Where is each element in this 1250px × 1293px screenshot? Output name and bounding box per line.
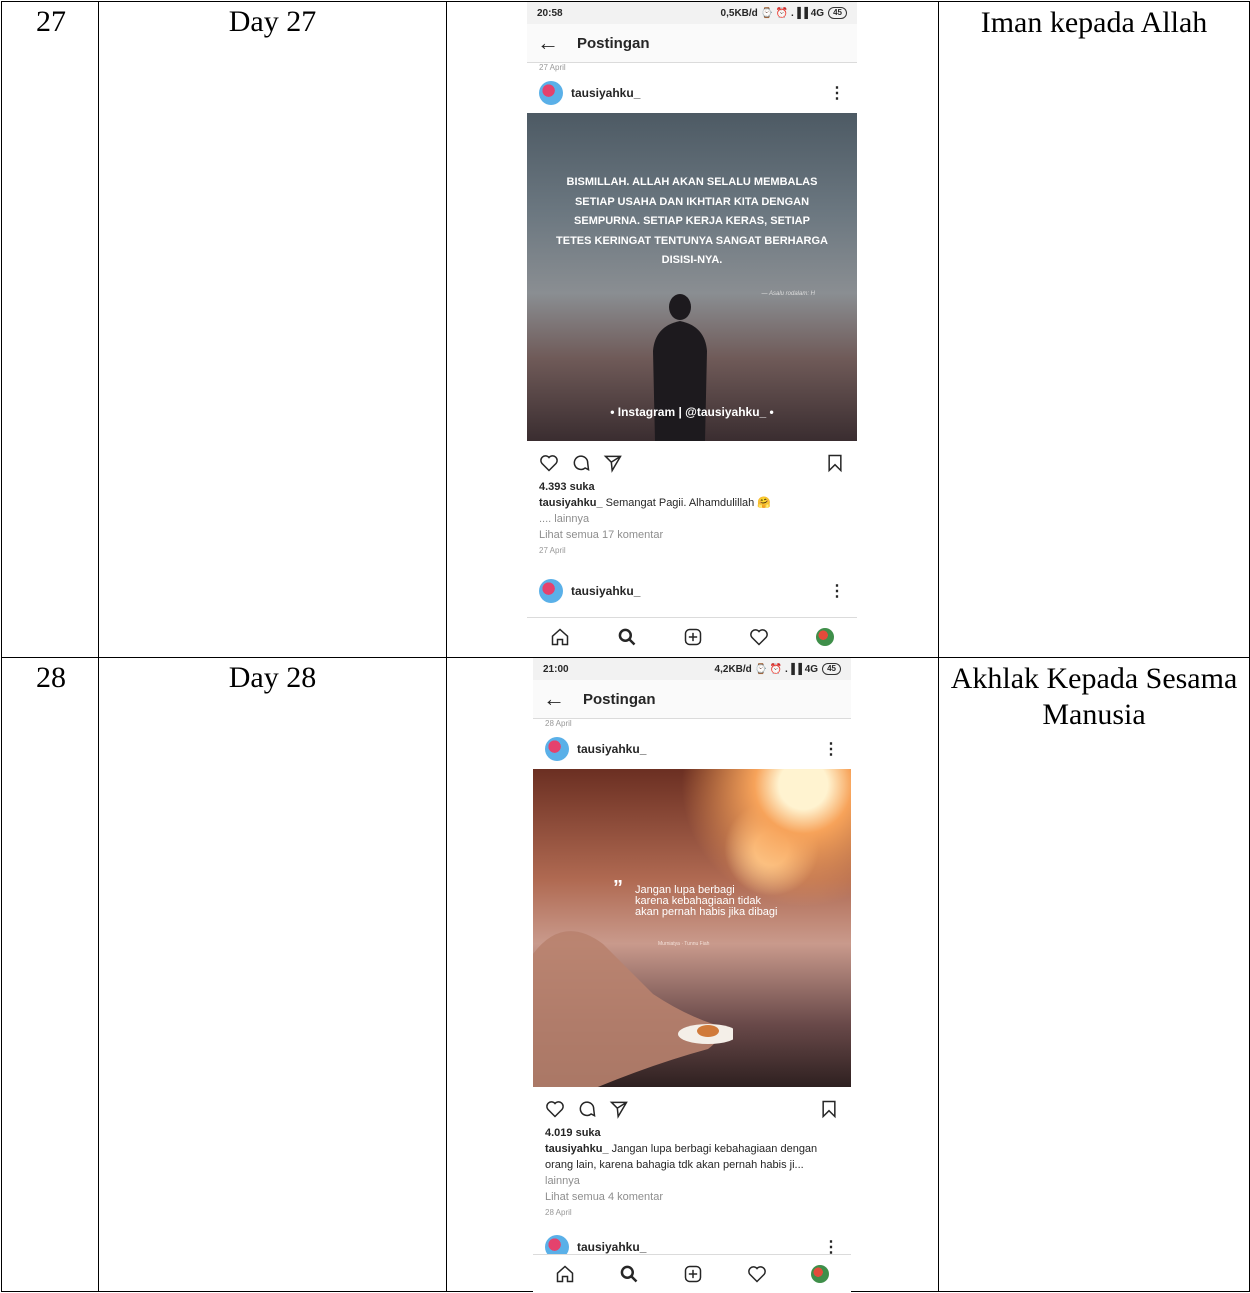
cell-topic: Iman kepada Allah xyxy=(938,1,1250,658)
username[interactable]: tausiyahku_ xyxy=(577,742,646,756)
status-indicators: 4,2KB/d ⌚ ⏰ .▐▐ 4G xyxy=(714,663,819,675)
like-count[interactable]: 4.019 suka xyxy=(545,1127,601,1139)
row-number: 27 xyxy=(36,5,66,38)
back-arrow-icon[interactable]: ← xyxy=(543,686,583,712)
status-bar: 20:58 0,5KB/d ⌚ ⏰ .▐▐ 4G 45 xyxy=(527,2,857,24)
more-link[interactable]: lainnya xyxy=(545,1175,580,1187)
more-options-icon[interactable]: ⋮ xyxy=(823,739,839,759)
status-time: 21:00 xyxy=(543,663,569,675)
topic-label: Iman kepada Allah xyxy=(980,6,1208,39)
next-post-header: tausiyahku_ ⋮ xyxy=(527,571,857,611)
bottom-nav xyxy=(533,1254,851,1293)
image-quote: ” Jangan lupa berbagi karena kebahagiaan… xyxy=(613,878,778,918)
view-comments-link[interactable]: Lihat semua 4 komentar xyxy=(545,1189,839,1205)
activity-heart-icon[interactable] xyxy=(747,1264,767,1284)
post-image: ” Jangan lupa berbagi karena kebahagiaan… xyxy=(533,769,851,1087)
like-heart-icon[interactable] xyxy=(539,453,559,473)
image-watermark: • Instagram | @tausiyahku_ • xyxy=(610,405,774,419)
bookmark-icon[interactable] xyxy=(825,453,845,473)
back-arrow-icon[interactable]: ← xyxy=(537,30,577,56)
day-label: Day 27 xyxy=(228,5,317,38)
more-link[interactable]: .... lainnya xyxy=(539,511,845,527)
post-header: tausiyahku_ ⋮ xyxy=(527,73,857,113)
page-title: Postingan xyxy=(583,690,656,708)
post-image: BISMILLAH. ALLAH AKAN SELALU MEMBALAS SE… xyxy=(527,113,857,441)
profile-avatar-icon[interactable] xyxy=(811,1265,829,1283)
cell-day: Day 27 xyxy=(98,1,447,658)
activity-heart-icon[interactable] xyxy=(749,627,769,647)
post-actions xyxy=(527,441,857,479)
share-icon[interactable] xyxy=(603,453,623,473)
battery-icon: 45 xyxy=(822,663,841,675)
instagram-screenshot-day-28: 21:00 4,2KB/d ⌚ ⏰ .▐▐ 4G 45 ← Postingan 2… xyxy=(533,658,851,1293)
caption-user[interactable]: tausiyahku_ xyxy=(539,497,603,509)
username[interactable]: tausiyahku_ xyxy=(571,86,640,100)
username[interactable]: tausiyahku_ xyxy=(577,1240,646,1254)
comment-icon[interactable] xyxy=(571,453,591,473)
post-date-top: 28 April xyxy=(545,719,572,728)
cell-number: 27 xyxy=(1,1,99,658)
share-icon[interactable] xyxy=(609,1099,629,1119)
avatar[interactable] xyxy=(545,737,569,761)
post-header: tausiyahku_ ⋮ xyxy=(533,729,851,769)
home-icon[interactable] xyxy=(555,1264,575,1284)
post-actions xyxy=(533,1087,851,1125)
search-icon[interactable] xyxy=(617,627,637,647)
avatar[interactable] xyxy=(539,81,563,105)
day-label: Day 28 xyxy=(228,661,317,694)
username[interactable]: tausiyahku_ xyxy=(571,584,640,598)
hand-with-flower-icon xyxy=(533,931,733,1087)
topic-label: Akhlak Kepada Sesama Manusia xyxy=(950,662,1238,731)
like-heart-icon[interactable] xyxy=(545,1099,565,1119)
like-count[interactable]: 4.393 suka xyxy=(539,481,595,493)
cell-number: 28 xyxy=(1,657,99,1292)
image-quote: BISMILLAH. ALLAH AKAN SELALU MEMBALAS SE… xyxy=(556,176,828,266)
bookmark-icon[interactable] xyxy=(819,1099,839,1119)
add-post-icon[interactable] xyxy=(683,627,703,647)
row-number: 28 xyxy=(36,661,66,694)
battery-icon: 45 xyxy=(828,7,847,19)
status-indicators: 0,5KB/d ⌚ ⏰ .▐▐ 4G xyxy=(720,7,825,19)
add-post-icon[interactable] xyxy=(683,1264,703,1284)
top-nav: ← Postingan xyxy=(533,680,851,719)
post-meta: 4.019 suka tausiyahku_ Jangan lupa berba… xyxy=(533,1125,851,1221)
image-signature: Murniatya · Tunnu Fiah xyxy=(658,941,710,947)
comment-icon[interactable] xyxy=(577,1099,597,1119)
image-quote-line: akan pernah habis jika dibagi xyxy=(635,906,778,918)
view-comments-link[interactable]: Lihat semua 17 komentar xyxy=(539,527,845,543)
more-options-icon[interactable]: ⋮ xyxy=(829,581,845,601)
page-title: Postingan xyxy=(577,34,650,52)
status-bar: 21:00 4,2KB/d ⌚ ⏰ .▐▐ 4G 45 xyxy=(533,658,851,680)
status-time: 20:58 xyxy=(537,7,563,19)
home-icon[interactable] xyxy=(550,627,570,647)
more-options-icon[interactable]: ⋮ xyxy=(829,83,845,103)
cell-day: Day 28 xyxy=(98,657,447,1292)
post-meta: 4.393 suka tausiyahku_ Semangat Pagii. A… xyxy=(527,479,857,559)
avatar[interactable] xyxy=(539,579,563,603)
profile-avatar-icon[interactable] xyxy=(815,628,834,646)
instagram-screenshot-day-27: 20:58 0,5KB/d ⌚ ⏰ .▐▐ 4G 45 ← Postingan 2… xyxy=(527,2,857,656)
bottom-nav xyxy=(527,617,857,656)
search-icon[interactable] xyxy=(619,1264,639,1284)
post-date: 28 April xyxy=(545,1208,572,1217)
caption-user[interactable]: tausiyahku_ xyxy=(545,1143,609,1155)
post-date-top: 27 April xyxy=(539,63,566,72)
post-date: 27 April xyxy=(539,546,566,555)
top-nav: ← Postingan xyxy=(527,24,857,63)
image-signature: — Asalu rodalam: H xyxy=(761,291,815,297)
cell-topic: Akhlak Kepada Sesama Manusia xyxy=(938,657,1250,1292)
caption-text: Semangat Pagii. Alhamdulillah 🤗 xyxy=(605,497,771,509)
quote-mark-icon: ” xyxy=(613,877,623,899)
